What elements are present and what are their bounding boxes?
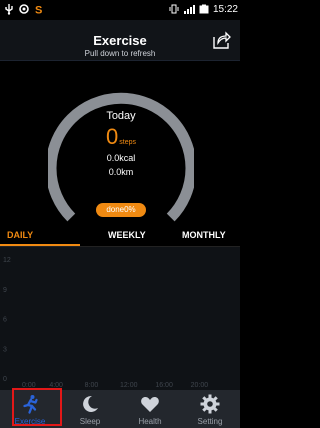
today-label: Today — [106, 110, 136, 122]
tab-daily[interactable]: DAILY — [7, 230, 33, 240]
status-time: 15:22 — [212, 3, 238, 15]
status-right-icons: 15:22 — [168, 3, 238, 15]
y-tick-label: 9 — [3, 287, 7, 294]
steps-value: 0 — [106, 124, 119, 149]
app-header: Exercise Pull down to refresh — [0, 20, 240, 61]
app-screen: S 15:22 Exercise Pull down to refresh To… — [0, 0, 240, 428]
steps-unit: steps — [119, 139, 136, 146]
x-tick-label: 20:00 — [191, 382, 209, 389]
heart-icon — [141, 397, 159, 412]
y-tick-label: 6 — [3, 317, 7, 324]
nav-health[interactable]: Health — [120, 390, 180, 428]
status-left-icons: S — [3, 3, 45, 15]
battery-icon — [199, 4, 209, 14]
nav-health-label: Health — [138, 417, 162, 426]
pull-refresh-hint: Pull down to refresh — [84, 49, 156, 58]
status-bar: S 15:22 — [0, 0, 240, 20]
goal-progress-button[interactable]: done0% — [96, 203, 146, 217]
vibrate-icon — [169, 4, 179, 14]
nav-sleep-label: Sleep — [79, 417, 101, 426]
daily-steps-chart: 0369120:00 4:00 8:00 12:00 16:00 20:00 — [0, 247, 240, 390]
nav-setting-label: Setting — [197, 417, 223, 426]
y-tick-label: 0 — [3, 376, 7, 383]
gear-icon — [200, 394, 220, 414]
calories-value: 0.0kcal — [106, 153, 136, 163]
usb-icon — [5, 4, 13, 15]
tab-weekly[interactable]: WEEKLY — [108, 230, 146, 240]
steps-readout: 0steps — [48, 124, 194, 150]
tab-monthly[interactable]: MONTHLY — [182, 230, 226, 240]
moon-icon — [83, 395, 98, 412]
svg-text:S: S — [35, 5, 42, 16]
signal-icon — [183, 5, 195, 14]
y-tick-label: 12 — [3, 257, 11, 264]
nav-sleep[interactable]: Sleep — [60, 390, 120, 428]
share-icon[interactable] — [210, 29, 232, 51]
selected-nav-highlight — [12, 388, 62, 426]
sync-icon — [19, 4, 29, 14]
period-tabs: DAILY WEEKLY MONTHLY — [0, 228, 240, 246]
app-s-icon: S — [35, 5, 42, 16]
distance-value: 0.0km — [108, 167, 134, 177]
y-tick-label: 3 — [3, 346, 7, 353]
page-title: Exercise — [93, 33, 147, 48]
x-tick-label: 8:00 — [85, 382, 99, 389]
x-tick-label: 16:00 — [155, 382, 173, 389]
nav-setting[interactable]: Setting — [180, 390, 240, 428]
x-tick-label: 12:00 — [120, 382, 138, 389]
